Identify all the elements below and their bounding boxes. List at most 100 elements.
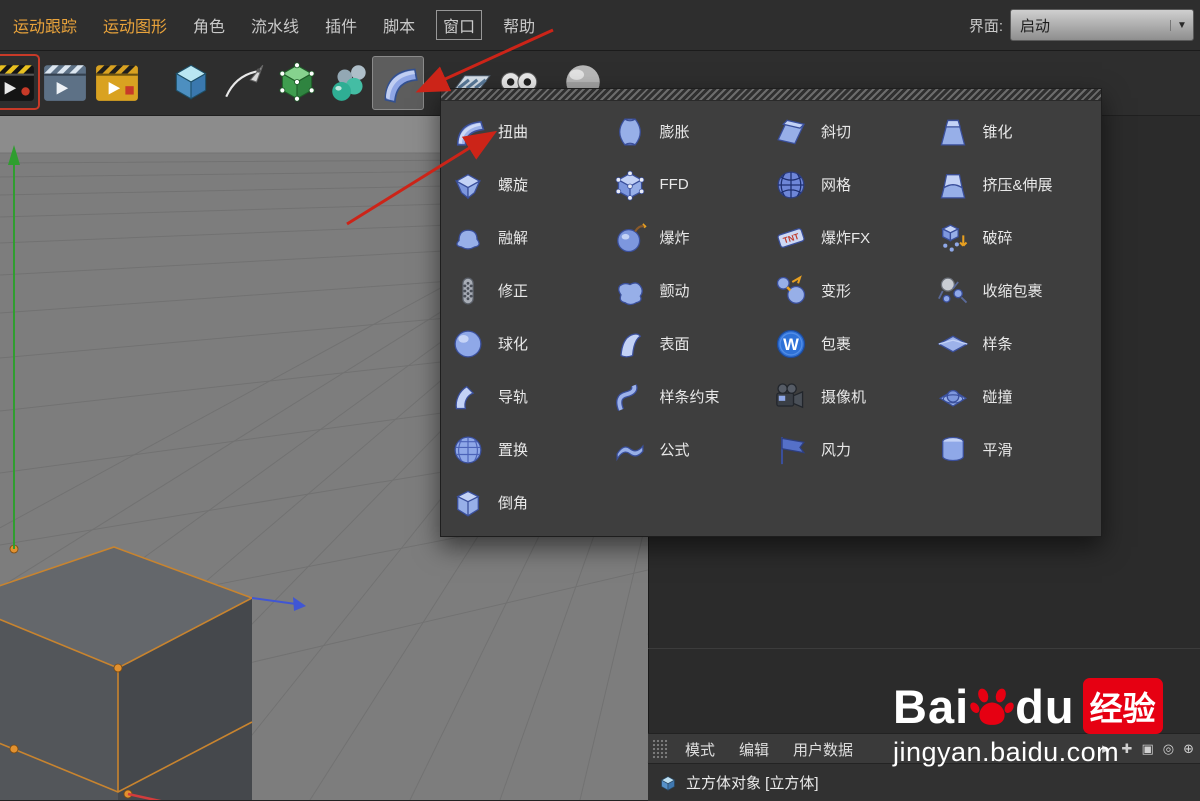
shatter-icon [934, 219, 972, 257]
spline-icon [934, 325, 972, 363]
deformer-item-melt[interactable]: 融解 [449, 211, 611, 264]
deformer-item-ffd[interactable]: FFD [611, 158, 773, 211]
deformer-item-rail[interactable]: 导轨 [449, 370, 611, 423]
interface-dropdown[interactable]: 启动 ▼ [1010, 9, 1194, 41]
menubar-item[interactable]: 运动图形 [103, 13, 167, 37]
menu-用户数据[interactable]: 用户数据 [781, 739, 865, 760]
wind-icon [772, 431, 810, 469]
deformer-item-label: 挤压&伸展 [982, 177, 1053, 194]
menu-模式[interactable]: 模式 [673, 739, 727, 760]
deformer-item-correction[interactable]: 修正 [449, 264, 611, 317]
deformer-item-label: 扭曲 [498, 124, 529, 141]
cube-object[interactable] [0, 544, 254, 800]
deformer-menu-column-4: 锥化挤压&伸展破碎收缩包裹样条碰撞平滑 [934, 105, 1096, 529]
deformer-item-explosionfx[interactable]: TNT 爆炸FX [772, 211, 934, 264]
deformer-item-wind[interactable]: 风力 [772, 423, 934, 476]
deformer-item-collision[interactable]: 碰撞 [934, 370, 1096, 423]
interface-dropdown-value: 启动 [1020, 17, 1051, 35]
array-tool-icon[interactable] [325, 56, 375, 108]
cube-primitive-icon[interactable] [166, 56, 216, 108]
explosionfx-icon: TNT [772, 219, 810, 257]
formula-icon [611, 431, 649, 469]
shrinkwrap-icon [934, 272, 972, 310]
mesh-icon [772, 166, 810, 204]
menubar-item[interactable]: 窗口 [436, 10, 483, 40]
deformer-item-displace[interactable]: 置换 [449, 423, 611, 476]
clapper-blue-icon[interactable] [40, 56, 90, 108]
deformer-item-splineconstraint[interactable]: 样条约束 [611, 370, 773, 423]
correction-icon [449, 272, 487, 310]
svg-text:W: W [783, 335, 799, 354]
menubar-item[interactable]: 角色 [193, 13, 225, 37]
bulge-icon [611, 113, 649, 151]
watermark-url: jingyan.baidu.com [893, 737, 1120, 767]
deformer-item-shear[interactable]: 斜切 [772, 105, 934, 158]
deformer-item-explosion[interactable]: 爆炸 [611, 211, 773, 264]
menubar-item[interactable]: 脚本 [383, 13, 415, 37]
interface-label: 界面: [968, 17, 1003, 35]
deformer-item-spherify[interactable]: 球化 [449, 317, 611, 370]
deformer-item-jiggle[interactable]: 颤动 [611, 264, 773, 317]
deformer-item-label: 变形 [821, 283, 852, 300]
watermark-brand-prefix: Bai [893, 679, 970, 733]
menubar-item[interactable]: 帮助 [503, 13, 535, 37]
spherify-icon [449, 325, 487, 363]
deformer-item-formula[interactable]: 公式 [611, 423, 773, 476]
menubar-item[interactable]: 运动跟踪 [13, 13, 77, 37]
menu-tearoff-handle[interactable] [441, 89, 1101, 101]
deformer-item-shatter[interactable]: 破碎 [934, 211, 1096, 264]
record-clapper-icon[interactable] [0, 56, 38, 108]
interface-selector: 界面: 启动 ▼ [969, 9, 1194, 41]
deformer-item-label: 倒角 [498, 495, 529, 512]
deformer-item-label: 收缩包裹 [982, 283, 1043, 300]
deformer-item-wrap[interactable]: W 包裹 [772, 317, 934, 370]
deformer-tool-icon[interactable] [372, 56, 424, 110]
deformer-item-bend[interactable]: 扭曲 [449, 105, 611, 158]
panel-divider[interactable] [648, 648, 1200, 649]
deformer-item-label: 球化 [498, 336, 529, 353]
taper-icon [934, 113, 972, 151]
camera-icon [772, 378, 810, 416]
menubar-item[interactable]: 插件 [325, 13, 357, 37]
top-menubar: 运动跟踪 运动图形 角色 流水线 插件 脚本 窗口 帮助 界面: 启动 ▼ [0, 0, 1200, 51]
shear-icon [772, 113, 810, 151]
wrap-icon: W [772, 325, 810, 363]
ffd-icon [611, 166, 649, 204]
deformer-item-mesh[interactable]: 网格 [772, 158, 934, 211]
deformer-item-twist[interactable]: 螺旋 [449, 158, 611, 211]
deformer-item-shrinkwrap[interactable]: 收缩包裹 [934, 264, 1096, 317]
deformer-item-morph[interactable]: 变形 [772, 264, 934, 317]
editable-poly-icon[interactable] [272, 56, 322, 108]
deformer-item-spline[interactable]: 样条 [934, 317, 1096, 370]
deformer-dropdown-menu: 扭曲螺旋融解 修正球化导轨 置换倒角 膨胀 FFD 爆炸 颤动 表面样条约束公式 斜切网格 TNT… [440, 88, 1102, 537]
deformer-item-taper[interactable]: 锥化 [934, 105, 1096, 158]
axis-icon[interactable]: ⊕ [1183, 741, 1194, 757]
deformer-item-label: 锥化 [982, 124, 1013, 141]
deformer-item-label: 样条约束 [659, 389, 720, 406]
deformer-item-bevel[interactable]: 倒角 [449, 476, 611, 529]
menubar-drag-handle[interactable] [652, 739, 668, 759]
deformer-item-camera[interactable]: 摄像机 [772, 370, 934, 423]
deformer-item-label: FFD [659, 176, 689, 193]
morph-icon [772, 272, 810, 310]
deformer-item-label: 网格 [821, 177, 852, 194]
deformer-item-squash[interactable]: 挤压&伸展 [934, 158, 1096, 211]
baidu-paw-icon [970, 688, 1014, 725]
attribute-object-row[interactable]: 立方体对象 [立方体] [648, 763, 1200, 801]
deformer-item-surface[interactable]: 表面 [611, 317, 773, 370]
menubar-item[interactable]: 流水线 [251, 13, 299, 37]
spline-pen-icon[interactable] [219, 56, 269, 108]
deformer-item-label: 螺旋 [498, 177, 529, 194]
watermark-badge: 经验 [1082, 678, 1163, 734]
twist-icon [449, 166, 487, 204]
deformer-item-label: 包裹 [821, 336, 852, 353]
deformer-item-bulge[interactable]: 膨胀 [611, 105, 773, 158]
deformer-item-label: 摄像机 [821, 389, 867, 406]
deformer-item-smoothing[interactable]: 平滑 [934, 423, 1096, 476]
target-icon[interactable]: ◎ [1163, 741, 1174, 757]
deformer-item-label: 爆炸FX [821, 230, 871, 247]
cube-icon [660, 775, 676, 791]
deformer-item-label: 碰撞 [982, 389, 1013, 406]
menu-编辑[interactable]: 编辑 [727, 739, 781, 760]
clapper-yellow-icon[interactable] [92, 56, 142, 108]
